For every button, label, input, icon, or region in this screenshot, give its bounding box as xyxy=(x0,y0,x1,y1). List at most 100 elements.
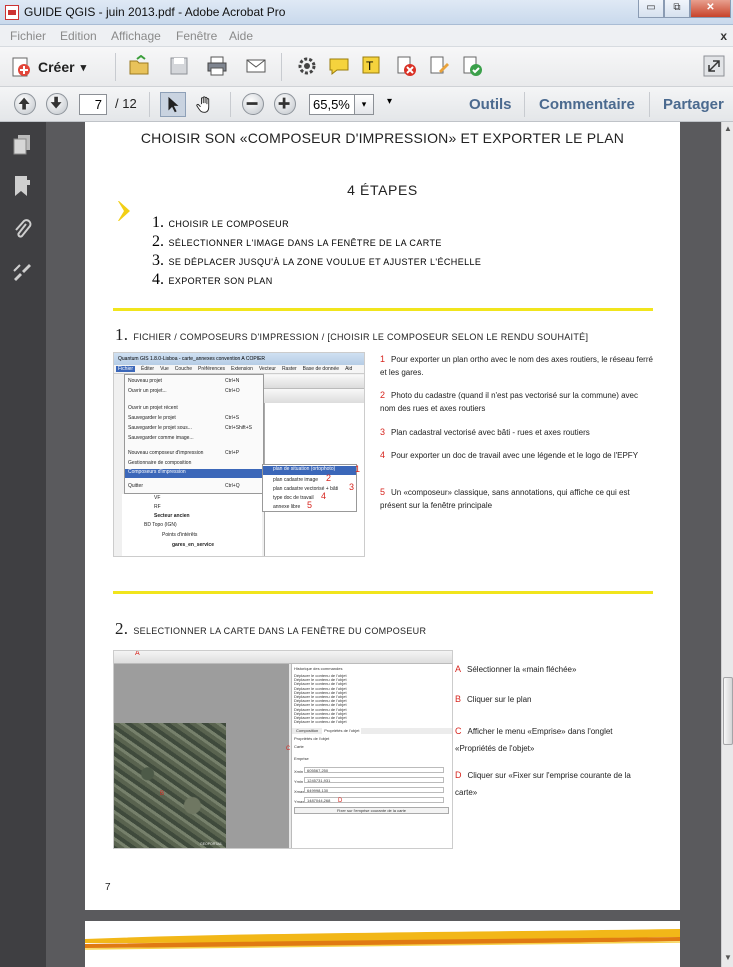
more-tools-button[interactable]: ▾ xyxy=(387,96,392,107)
qgis-title: Quantum GIS 1.8.0-Lisboa - carte_annexes… xyxy=(114,353,364,365)
scrollbar-thumb[interactable] xyxy=(723,677,733,745)
window-title: GUIDE QGIS - juin 2013.pdf - Adobe Acrob… xyxy=(24,5,286,19)
zoom-dropdown-button[interactable]: ▾ xyxy=(355,94,374,115)
create-button[interactable]: Créer ▾ xyxy=(10,54,86,80)
sign-icon xyxy=(430,56,449,74)
page-total: / 12 xyxy=(115,96,137,111)
qgis-menubar: Fichier Éditer Vue Couche Préférences Extensi… xyxy=(114,365,364,374)
zoom-in-button[interactable] xyxy=(274,93,296,115)
pdf-next-page xyxy=(85,921,680,967)
list-item: Gestionnaire de composition xyxy=(128,460,192,466)
scroll-down-icon[interactable]: ▼ xyxy=(723,953,733,965)
acrobat-icon xyxy=(5,5,19,20)
arrow-down-icon xyxy=(50,96,62,109)
list-item: Quitter Ctrl+Q xyxy=(128,483,240,489)
ymax-field[interactable]: 1487044,268 xyxy=(304,797,444,803)
save-icon xyxy=(170,57,188,75)
approve-button[interactable] xyxy=(461,55,483,77)
map-watermark: GEOPORTAIL xyxy=(200,842,223,846)
minimize-button[interactable]: ▭ xyxy=(638,0,664,18)
menu-fenetre[interactable]: Fenêtre xyxy=(176,29,217,43)
list-item: 4. EXPORTER SON PLAN xyxy=(152,271,273,288)
set-extent-button[interactable]: Fixer sur l'emprise courante de la carte xyxy=(294,807,449,814)
comment-tab[interactable]: Commentaire xyxy=(539,96,635,113)
select-tool-button[interactable] xyxy=(160,92,186,117)
tab-item-properties[interactable]: Propriétés de l'objet xyxy=(322,728,362,734)
list-item: Ouvrir un projet... Ctrl+O xyxy=(128,388,240,394)
menu-edition[interactable]: Edition xyxy=(60,29,97,43)
open-button[interactable] xyxy=(128,55,150,77)
chevron-right-icon xyxy=(118,201,130,221)
list-item: annexe libre xyxy=(273,504,301,510)
zoom-out-button[interactable] xyxy=(242,93,264,115)
expand-button[interactable] xyxy=(703,55,725,77)
qgis-layer-tree: VF RF Secteur ancien BD Topo (IGN) Point… xyxy=(122,494,262,556)
highlight-icon: T xyxy=(362,56,380,74)
callout-label: 2 xyxy=(326,473,332,483)
pdf-page: CHOISIR SON «COMPOSEUR D'IMPRESSION» ET … xyxy=(85,122,680,910)
composer-tabs: Composition Propriétés de l'objet xyxy=(292,728,452,734)
qgis-menu-screenshot: Quantum GIS 1.8.0-Lisboa - carte_annexes… xyxy=(113,352,365,557)
highlight-button[interactable]: T xyxy=(361,55,383,77)
cursor-icon xyxy=(168,96,179,112)
page-number-input[interactable]: 7 xyxy=(79,94,107,115)
signature-icon[interactable] xyxy=(12,261,32,283)
comment-icon xyxy=(329,58,349,76)
vertical-scrollbar[interactable]: ▲ ▼ xyxy=(721,122,733,967)
previous-page-button[interactable] xyxy=(14,93,36,115)
maximize-button[interactable]: ⧉ xyxy=(664,0,690,18)
sign-button[interactable] xyxy=(428,55,450,77)
approve-icon xyxy=(463,56,482,76)
print-button[interactable] xyxy=(206,55,228,77)
section-2-item: C Afficher le menu «Emprise» dans l'ongle… xyxy=(455,726,613,753)
menu-aide[interactable]: Aide xyxy=(229,29,253,43)
menu-affichage[interactable]: Affichage xyxy=(111,29,161,43)
section-2-heading: 2. SELECTIONNER LA CARTE DANS LA FENÊTRE … xyxy=(115,619,427,638)
save-button[interactable] xyxy=(168,55,190,77)
mail-icon xyxy=(246,59,266,73)
arrow-up-icon xyxy=(18,97,30,110)
next-page-button[interactable] xyxy=(46,93,68,115)
open-icon xyxy=(129,55,149,75)
aerial-map[interactable] xyxy=(114,723,226,848)
close-button[interactable]: ✕ xyxy=(690,0,731,18)
settings-button[interactable] xyxy=(296,55,318,77)
tab-composition[interactable]: Composition xyxy=(296,728,318,734)
list-item: plan cadastre vectorisé + bâti xyxy=(273,486,339,492)
divider xyxy=(113,308,653,311)
create-dropdown-icon: ▾ xyxy=(80,61,87,74)
bookmark-icon[interactable] xyxy=(12,175,32,197)
callout-label: 5 xyxy=(307,500,313,510)
section-1-heading: 1. FICHIER / COMPOSEURS D'IMPRESSION / [C… xyxy=(115,325,589,344)
callout-label: A xyxy=(135,650,140,657)
list-item: 3. SE DÉPLACER JUSQU'À LA ZONE VOULUE ET… xyxy=(152,252,482,269)
list-item: Sauvegarder le projet Ctrl+S xyxy=(128,415,240,421)
page-title: CHOISIR SON «COMPOSEUR D'IMPRESSION» ET … xyxy=(140,130,625,146)
page-number: 7 xyxy=(105,882,111,893)
ymin-field[interactable]: 1245731,931 xyxy=(304,777,444,783)
title-bar: GUIDE QGIS - juin 2013.pdf - Adobe Acrob… xyxy=(0,0,733,25)
zoom-input[interactable]: 65,5% xyxy=(309,94,355,115)
callout-label: 4 xyxy=(321,491,327,501)
menu-fichier[interactable]: Fichier xyxy=(10,29,46,43)
list-item: 1. CHOISIR LE COMPOSEUR xyxy=(152,214,289,231)
menu-bar: Fichier Edition Affichage Fenêtre Aide x xyxy=(0,25,733,47)
xmax-field[interactable]: 649998,130 xyxy=(304,787,444,793)
tools-tab[interactable]: Outils xyxy=(469,96,512,113)
email-button[interactable] xyxy=(245,55,267,77)
scroll-up-icon[interactable]: ▲ xyxy=(723,124,733,136)
hand-tool-button[interactable] xyxy=(193,92,219,117)
reject-button[interactable] xyxy=(395,55,417,77)
attachment-icon[interactable] xyxy=(12,218,32,240)
section-1-item: 3 Plan cadastral vectorisé avec bâti - ru… xyxy=(380,427,590,437)
navigation-toolbar: 7 / 12 65,5% ▾ ▾ Outils Commentaire Part… xyxy=(0,87,733,122)
list-item: plan de situation (ortophoto) xyxy=(263,466,356,475)
comment-button[interactable] xyxy=(328,55,350,77)
pages-icon[interactable] xyxy=(12,134,32,156)
xmin-field[interactable]: 605567,250 xyxy=(304,767,444,773)
share-tab[interactable]: Partager xyxy=(663,96,724,113)
close-document-button[interactable]: x xyxy=(720,29,727,43)
reject-icon xyxy=(397,56,416,76)
plus-icon xyxy=(278,97,290,109)
minus-icon xyxy=(246,102,258,105)
